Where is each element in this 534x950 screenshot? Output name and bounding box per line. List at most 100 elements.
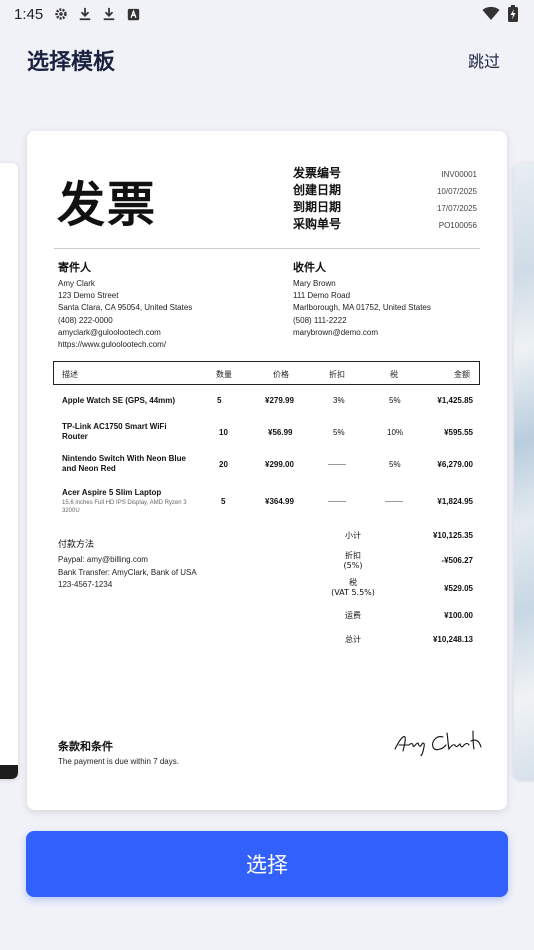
sender-heading: 寄件人 <box>58 261 91 274</box>
app-header: 选择模板 跳过 <box>0 36 534 80</box>
item-amount: ¥595.55 <box>444 428 473 437</box>
tax-label: 税 (VAT 5.5%) <box>331 578 375 597</box>
item-qty: 20 <box>219 460 228 469</box>
sim-a-icon <box>125 6 141 22</box>
recipient-city: Marlborough, MA 01752, United States <box>293 303 431 313</box>
col-discount: 折扣 <box>329 370 345 379</box>
recipient-phone: (508) 111-2222 <box>293 315 347 325</box>
item-price: ¥299.00 <box>265 460 294 469</box>
item-discount: 3% <box>333 396 345 405</box>
col-tax: 税 <box>390 370 398 379</box>
recipient-email: marybrown@demo.com <box>293 327 379 337</box>
item-tax: 10% <box>387 428 404 437</box>
wifi-icon <box>482 6 500 25</box>
col-description: 描述 <box>62 370 78 379</box>
sender-city: Santa Clara, CA 95054, United States <box>58 303 193 313</box>
shipping-label: 运费 <box>345 611 361 620</box>
battery-charging-icon <box>508 5 518 26</box>
status-bar: 1:45 <box>0 0 534 28</box>
item-qty: 5 <box>221 497 226 506</box>
download-icon <box>77 6 93 22</box>
empty-dash <box>328 464 346 466</box>
discount-value: -¥506.27 <box>441 556 473 565</box>
meta-row: 创建日期 10/07/2025 <box>293 181 477 198</box>
subtotal-value: ¥10,125.35 <box>432 531 473 540</box>
item-discount: 5% <box>333 428 345 437</box>
item-title: Acer Aspire 5 Slim Laptop <box>62 488 162 497</box>
header-divider <box>54 248 480 249</box>
due-date-value: 17/07/2025 <box>436 204 477 213</box>
invoice-number-value: INV00001 <box>441 170 477 179</box>
sender-street: 123 Demo Street <box>58 291 119 301</box>
discount-label: 折扣 (5%) <box>343 551 363 570</box>
empty-dash <box>328 501 346 503</box>
item-discount-empty <box>328 497 346 506</box>
item-name: Apple Watch SE (GPS, 44mm) <box>62 396 176 405</box>
po-number-value: PO100056 <box>438 221 477 230</box>
terms-text: The payment is due within 7 days. <box>58 757 179 766</box>
created-date-value: 10/07/2025 <box>436 187 477 196</box>
status-time: 1:45 <box>14 5 44 23</box>
select-template-button[interactable]: 选择 <box>26 831 508 897</box>
previous-template-footer <box>0 765 18 779</box>
created-date-label: 创建日期 <box>293 183 342 197</box>
sender-website: https://www.guloolootech.com/ <box>58 340 167 350</box>
gear-icon <box>53 6 69 22</box>
meta-row: 发票编号 INV00001 <box>293 164 477 181</box>
col-price: 价格 <box>273 370 289 379</box>
recipient-block: 收件人 Mary Brown 111 Demo Road Marlborough… <box>293 259 493 339</box>
item-amount: ¥6,279.00 <box>437 460 473 469</box>
previous-template-card[interactable] <box>0 163 18 779</box>
empty-dash <box>385 501 403 503</box>
table-row: Acer Aspire 5 Slim Laptop 15.6 inches Fu… <box>27 488 507 522</box>
meta-row: 采购单号 PO100056 <box>293 215 477 232</box>
table-row: Nintendo Switch With Neon Blue and Neon … <box>27 454 507 486</box>
sender-phone: (408) 222-0000 <box>58 315 113 325</box>
col-quantity: 数量 <box>216 370 232 379</box>
item-note: 15.6 inches Full HD IPS Display, AMD Ryz… <box>62 500 187 514</box>
item-qty: 10 <box>219 428 228 437</box>
status-right <box>482 5 518 26</box>
table-row: TP-Link AC1750 Smart WiFi Router 10 ¥56.… <box>27 422 507 454</box>
item-price: ¥279.99 <box>265 396 294 405</box>
shipping-value: ¥100.00 <box>444 611 473 620</box>
payment-bank: Bank Transfer: AmyClark, Bank of USA <box>58 567 197 577</box>
invoice-title: 发票 <box>57 177 158 233</box>
item-discount-empty <box>328 460 346 469</box>
item-tax: 5% <box>389 460 401 469</box>
total-value: ¥10,248.13 <box>432 635 473 644</box>
item-name: Nintendo Switch With Neon Blue and Neon … <box>62 454 186 473</box>
recipient-name: Mary Brown <box>293 279 336 288</box>
page-title: 选择模板 <box>27 50 116 75</box>
signature-image <box>394 730 482 757</box>
invoice-number-label: 发票编号 <box>293 166 342 180</box>
item-qty: 5 <box>217 396 222 405</box>
terms-heading: 条款和条件 <box>58 740 113 753</box>
next-template-card[interactable] <box>514 163 534 779</box>
total-label: 总计 <box>345 635 361 644</box>
tax-value: ¥529.05 <box>444 584 473 593</box>
item-name: Acer Aspire 5 Slim Laptop 15.6 inches Fu… <box>62 488 198 515</box>
meta-row: 到期日期 17/07/2025 <box>293 198 477 215</box>
item-tax-empty <box>385 497 403 506</box>
sender-email: amyclark@guloolootech.com <box>58 327 161 337</box>
invoice-meta: 发票编号 INV00001 创建日期 10/07/2025 到期日期 17/07… <box>293 164 477 232</box>
col-amount: 金额 <box>454 370 470 379</box>
payment-account: 123-4567-1234 <box>58 580 113 589</box>
payment-block: 付款方法 Paypal: amy@billing.com Bank Transf… <box>58 537 258 592</box>
terms-block: 条款和条件 The payment is due within 7 days. <box>58 738 179 766</box>
item-amount: ¥1,824.95 <box>437 497 473 506</box>
sender-name: Amy Clark <box>58 279 95 288</box>
sender-block: 寄件人 Amy Clark 123 Demo Street Santa Clar… <box>58 259 258 351</box>
payment-heading: 付款方法 <box>58 540 95 550</box>
item-tax: 5% <box>389 396 401 405</box>
skip-button[interactable]: 跳过 <box>468 48 500 72</box>
invoice-document: 发票 发票编号 INV00001 创建日期 10/07/2025 到期日期 17… <box>27 131 507 810</box>
due-date-label: 到期日期 <box>293 200 342 214</box>
recipient-street: 111 Demo Road <box>293 291 351 301</box>
po-number-label: 采购单号 <box>293 217 342 231</box>
template-preview-card[interactable]: 发票 发票编号 INV00001 创建日期 10/07/2025 到期日期 17… <box>27 131 507 810</box>
item-amount: ¥1,425.85 <box>437 396 473 405</box>
subtotal-label: 小计 <box>345 531 361 540</box>
items-table-header: 描述 数量 价格 折扣 税 金额 <box>53 361 480 385</box>
